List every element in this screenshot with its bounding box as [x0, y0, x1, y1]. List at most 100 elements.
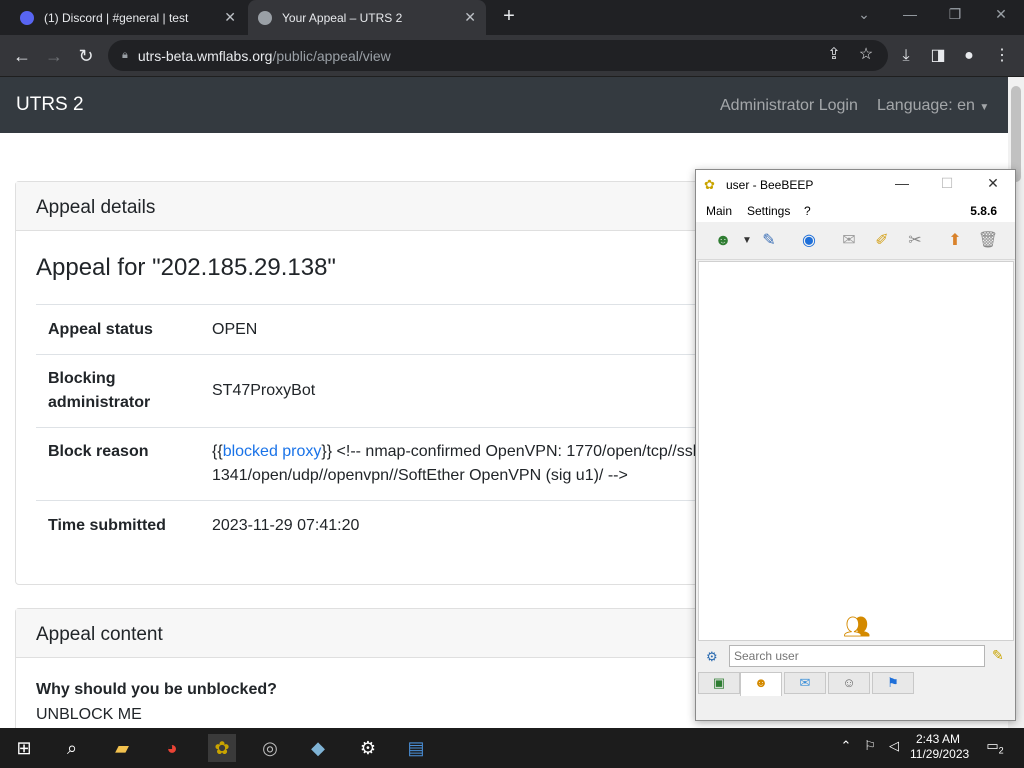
- blocking-admin-value: ST47ProxyBot: [212, 382, 316, 399]
- menu-main[interactable]: Main: [706, 204, 732, 218]
- obs-icon[interactable]: ◎: [256, 734, 284, 762]
- tab-your-appeal[interactable]: Your Appeal – UTRS 2 ✕: [248, 0, 486, 35]
- beebeep-tabs: ▣ ☻ ✉ ☺ ⚑: [698, 672, 1014, 696]
- minimize-button[interactable]: —: [898, 6, 922, 26]
- appeal-status-value: OPEN: [212, 321, 258, 338]
- chevron-down-icon[interactable]: ▼: [736, 231, 758, 251]
- update-icon[interactable]: ⬆: [944, 231, 966, 251]
- blocked-proxy-link[interactable]: blocked proxy: [223, 443, 322, 460]
- tools-icon[interactable]: ✂: [904, 231, 926, 251]
- mail-icon[interactable]: ✉: [838, 231, 860, 251]
- bookmark-star-icon[interactable]: ☆: [854, 43, 878, 67]
- beebeep-toolbar: ☻ ▼ ✎ ◉ ✉ ✐ ✂ ⬆ 🗑︎: [696, 222, 1015, 260]
- appeal-status-label: Appeal status: [48, 321, 153, 338]
- search-row: ⚙ ✎: [698, 643, 1014, 671]
- forward-button[interactable]: →: [42, 44, 66, 68]
- beebeep-window: ✿ user - BeeBEEP — ☐ ✕ Main Settings ? 5…: [695, 169, 1016, 721]
- gear-icon[interactable]: ⚙: [706, 649, 718, 665]
- network-icon[interactable]: ◉: [798, 231, 820, 251]
- share-icon[interactable]: ⇪: [822, 43, 846, 67]
- why-unblocked-value: UNBLOCK ME: [36, 706, 142, 723]
- tab-discord[interactable]: (1) Discord | #general | test ✕: [10, 0, 246, 35]
- version-label: 5.8.6: [970, 204, 997, 218]
- status-icon[interactable]: ☻: [712, 231, 734, 251]
- clear-search-icon[interactable]: ✎: [992, 647, 1004, 664]
- back-button[interactable]: ←: [10, 44, 34, 68]
- time-submitted-label: Time submitted: [48, 517, 166, 534]
- menu-help[interactable]: ?: [804, 204, 811, 218]
- label-line: Blocking: [48, 370, 116, 387]
- trash-icon[interactable]: 🗑︎: [977, 231, 999, 251]
- beebeep-title: user - BeeBEEP: [726, 178, 814, 192]
- browser-tab-bar: (1) Discord | #general | test ✕ Your App…: [0, 0, 1024, 35]
- site-navbar: UTRS 2 Administrator Login Language: en …: [0, 77, 1008, 133]
- language-dropdown[interactable]: Language: en ▼: [877, 97, 989, 115]
- why-unblocked-label: Why should you be unblocked?: [36, 681, 277, 698]
- search-user-input[interactable]: [729, 645, 985, 667]
- menu-kebab-icon[interactable]: ⋮: [990, 44, 1014, 68]
- download-icon[interactable]: ⤓: [894, 44, 918, 68]
- tab-groups-icon[interactable]: ☺: [828, 672, 870, 694]
- tab-chats-icon[interactable]: ✉: [784, 672, 826, 694]
- maximize-button[interactable]: ☐: [937, 175, 957, 192]
- file-explorer-icon[interactable]: ▰: [108, 734, 136, 762]
- scrollbar-thumb[interactable]: [1011, 86, 1021, 182]
- remote-desktop-icon[interactable]: ▤: [402, 734, 430, 762]
- new-tab-button[interactable]: +: [498, 5, 520, 27]
- close-icon[interactable]: ✕: [464, 9, 476, 26]
- side-panel-icon[interactable]: ◨: [926, 44, 950, 68]
- caret-down-icon: ▼: [979, 102, 990, 113]
- restore-button[interactable]: ❐: [943, 6, 967, 26]
- tab-label: Your Appeal – UTRS 2: [282, 10, 403, 25]
- language-label: Language: en: [877, 97, 975, 114]
- block-reason-label: Block reason: [48, 443, 149, 460]
- reload-button[interactable]: ↻: [74, 44, 98, 68]
- time-submitted-value: 2023-11-29 07:41:20: [212, 517, 360, 534]
- clock-time: 2:43 AM: [915, 732, 961, 746]
- clock-date: 11/29/2023: [910, 747, 970, 761]
- close-window-button[interactable]: ✕: [983, 175, 1003, 192]
- chrome-icon[interactable]: ◕: [158, 734, 186, 762]
- close-window-button[interactable]: ✕: [989, 6, 1013, 26]
- discord-icon: [20, 10, 34, 25]
- browser-toolbar: ← → ↻ 🔒︎ utrs-beta.wmflabs.org/public/ap…: [0, 35, 1024, 77]
- note-edit-icon[interactable]: ✐: [871, 231, 893, 251]
- appeal-title: Appeal for "202.185.29.138": [36, 254, 336, 281]
- tab-home-icon[interactable]: ▣: [698, 672, 740, 694]
- minimize-button[interactable]: —: [892, 175, 912, 191]
- users-icon: 👥︎: [843, 614, 871, 639]
- settings-gear-icon[interactable]: ⚙: [354, 734, 382, 762]
- menu-settings[interactable]: Settings: [747, 204, 790, 218]
- beebeep-taskbar-icon[interactable]: ✿: [208, 734, 236, 762]
- bee-icon: ✿: [704, 177, 715, 192]
- label-line: administrator: [48, 394, 151, 411]
- search-icon[interactable]: ⌕: [58, 734, 86, 762]
- url-path: /public/appeal/view: [272, 47, 391, 64]
- globe-icon: [258, 10, 272, 25]
- network-icon[interactable]: ⚐: [862, 738, 878, 754]
- reason-prefix: {{: [212, 443, 223, 460]
- beebeep-title-bar[interactable]: ✿ user - BeeBEEP — ☐ ✕: [696, 170, 1015, 200]
- taskbar: ⊞ ⌕ ▰ ◕ ✿ ◎ ◆ ⚙ ▤ ⌃ ⚐ ◁ 2:43 AM 11/29/20…: [0, 728, 1024, 768]
- app-icon[interactable]: ◆: [304, 734, 332, 762]
- site-brand[interactable]: UTRS 2: [16, 94, 84, 116]
- profile-avatar-icon[interactable]: ●: [957, 44, 981, 68]
- notification-count: 2: [998, 745, 1004, 756]
- volume-icon[interactable]: ◁: [886, 738, 902, 754]
- tab-shares-icon[interactable]: ⚑: [872, 672, 914, 694]
- tab-search-icon[interactable]: ⌄: [852, 6, 876, 26]
- address-bar[interactable]: 🔒︎ utrs-beta.wmflabs.org/public/appeal/v…: [108, 40, 888, 71]
- tab-users-icon[interactable]: ☻: [740, 672, 782, 696]
- tab-label: (1) Discord | #general | test: [44, 10, 189, 25]
- url-host: utrs-beta.wmflabs.org: [137, 47, 273, 64]
- chevron-up-icon[interactable]: ⌃: [838, 738, 854, 754]
- edit-profile-icon[interactable]: ✎: [758, 231, 780, 251]
- start-windows-icon[interactable]: ⊞: [10, 734, 38, 762]
- user-list[interactable]: 👥︎: [698, 261, 1014, 641]
- notification-icon[interactable]: ▭2: [984, 738, 1006, 756]
- administrator-login-link[interactable]: Administrator Login: [720, 97, 858, 115]
- lock-icon[interactable]: 🔒︎: [122, 49, 128, 62]
- close-icon[interactable]: ✕: [224, 9, 236, 26]
- beebeep-menu-bar: Main Settings ? 5.8.6: [696, 200, 1015, 222]
- clock[interactable]: 2:43 AM 11/29/2023: [910, 732, 970, 762]
